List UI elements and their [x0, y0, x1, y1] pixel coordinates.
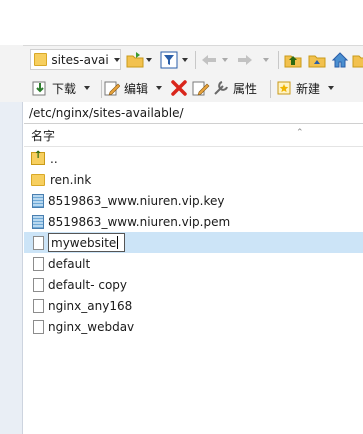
filter-icon[interactable] [160, 51, 178, 69]
home-icon[interactable] [331, 51, 349, 69]
open-folder-icon[interactable] [126, 51, 144, 69]
rename-input-value: mywebsite [51, 235, 117, 250]
certificate-file-icon [32, 214, 44, 229]
chevron-down-icon[interactable] [328, 86, 335, 90]
toolbar-left-edge [0, 45, 23, 74]
file-name: nginx_webdav [48, 319, 135, 334]
chevron-down-icon[interactable] [84, 86, 91, 90]
list-item-file[interactable]: nginx_any168 [24, 295, 363, 316]
edit-icon [104, 81, 120, 96]
folder-icon [34, 53, 48, 66]
file-icon [33, 277, 44, 292]
file-name: 8519863_www.niuren.vip.pem [48, 214, 231, 229]
edit-button[interactable]: 编辑 [104, 77, 163, 99]
toolbar-left-edge [0, 74, 23, 102]
file-name: 8519863_www.niuren.vip.key [48, 193, 225, 208]
file-icon [33, 298, 44, 313]
new-button[interactable]: 新建 [276, 77, 335, 99]
list-item-file[interactable]: 8519863_www.niuren.vip.pem [24, 211, 363, 232]
file-icon [33, 319, 44, 334]
toolbar-separator [101, 80, 102, 98]
list-item-file[interactable]: 8519863_www.niuren.vip.key [24, 190, 363, 211]
download-label: 下载 [52, 81, 77, 96]
top-blank-area [0, 0, 363, 45]
file-name: ren.ink [50, 172, 92, 187]
chevron-down-icon[interactable] [263, 58, 269, 62]
file-name: nginx_any168 [48, 298, 133, 313]
list-item-file[interactable]: default- copy [24, 274, 363, 295]
certificate-file-icon [32, 193, 44, 208]
refresh-icon[interactable] [352, 51, 363, 69]
properties-label: 属性 [233, 81, 258, 96]
edit-label: 编辑 [124, 81, 149, 96]
folder-icon [31, 173, 45, 186]
new-label: 新建 [296, 81, 321, 96]
new-item-icon [277, 81, 291, 95]
current-path: /etc/nginx/sites-available/ [29, 105, 184, 120]
rename-input[interactable]: mywebsite [48, 233, 125, 252]
chevron-down-icon [114, 57, 120, 62]
list-item-file[interactable]: nginx_webdav [24, 316, 363, 337]
path-bar[interactable]: /etc/nginx/sites-available/ [24, 102, 363, 124]
chevron-down-icon[interactable] [222, 58, 228, 62]
forward-arrow-icon[interactable] [236, 51, 254, 69]
text-cursor [117, 236, 119, 249]
parent-folder-icon [31, 150, 45, 165]
delete-icon[interactable] [170, 79, 188, 97]
back-arrow-icon[interactable] [200, 51, 218, 69]
directory-tree-pane-edge [0, 102, 23, 434]
properties-icon [214, 81, 228, 95]
toolbar-separator [278, 51, 279, 69]
list-item-folder[interactable]: ren.ink [24, 169, 363, 190]
file-name: default- copy [48, 277, 128, 292]
list-item-file-selected[interactable]: mywebsite [24, 232, 363, 253]
column-header-name[interactable]: 名字 ⌃ [24, 125, 363, 147]
location-combo-value: sites-avai [51, 52, 109, 67]
file-icon [33, 256, 44, 271]
location-combo[interactable]: sites-avai [30, 49, 121, 70]
file-name: default [48, 256, 91, 271]
root-directory-icon[interactable] [308, 51, 326, 69]
sort-ascending-icon: ⌃ [296, 128, 304, 138]
toolbar-separator [270, 80, 271, 98]
download-icon [32, 81, 46, 96]
list-item-parent[interactable]: .. [24, 148, 363, 169]
column-header-name-label: 名字 [31, 129, 56, 143]
file-name: .. [50, 151, 58, 166]
chevron-down-icon[interactable] [182, 58, 188, 62]
file-list: .. ren.ink 8519863_www.niuren.vip.key 85… [24, 148, 363, 337]
parent-directory-icon[interactable] [284, 51, 302, 69]
file-icon [33, 235, 44, 250]
toolbar-separator [195, 51, 196, 69]
chevron-down-icon[interactable] [156, 86, 163, 90]
properties-button[interactable]: 属性 [213, 77, 257, 99]
list-item-file[interactable]: default [24, 253, 363, 274]
rename-icon[interactable] [192, 79, 210, 97]
download-button[interactable]: 下载 [32, 77, 91, 99]
chevron-down-icon[interactable] [146, 58, 152, 62]
